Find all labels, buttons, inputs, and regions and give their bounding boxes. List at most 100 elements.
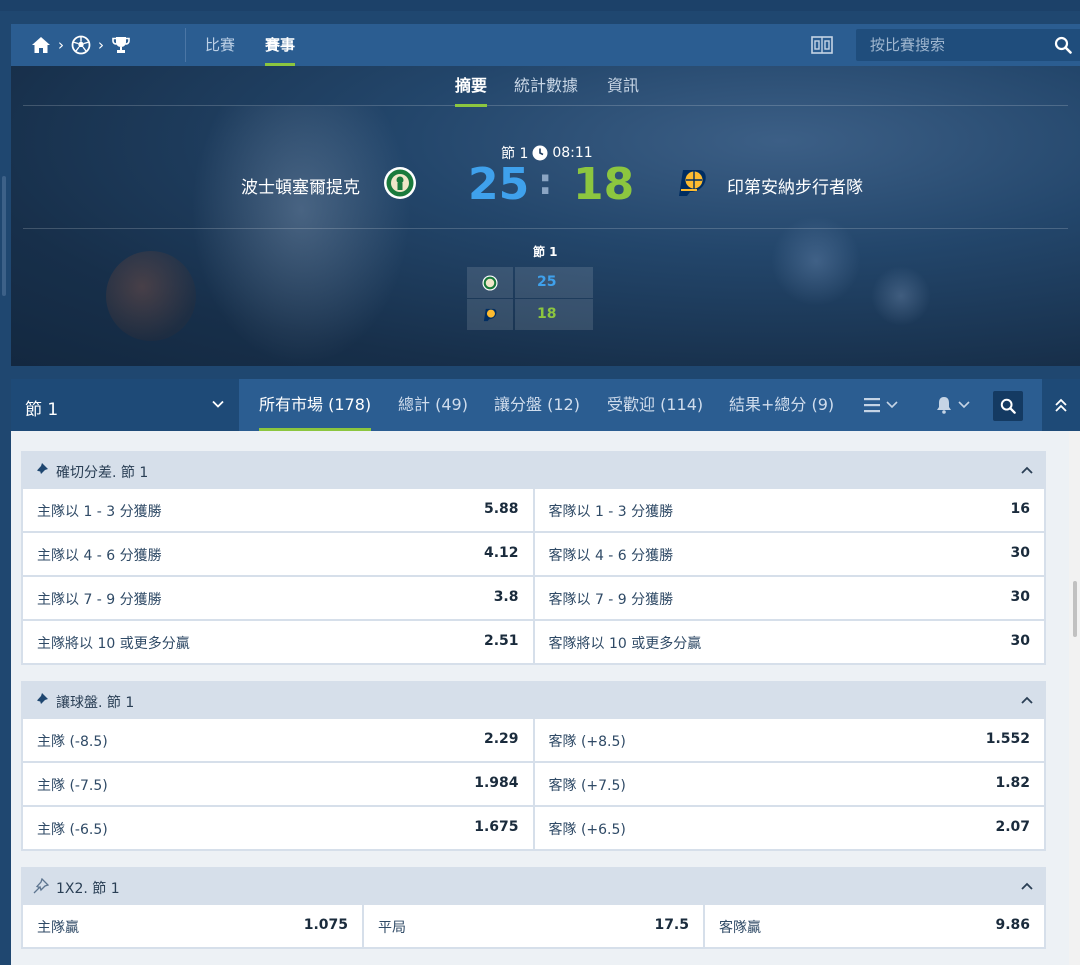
odds-value: 30 xyxy=(1010,589,1030,605)
odds-value: 30 xyxy=(1010,633,1030,649)
chevron-up-icon[interactable] xyxy=(1020,464,1034,476)
market-exact-margin: 確切分差. 節 1 主隊以 1 - 3 分獲勝 5.88 客隊以 1 - 3 分獲… xyxy=(21,451,1046,665)
home-icon[interactable] xyxy=(31,35,51,55)
score-separator: : xyxy=(538,162,553,203)
soccer-ball-icon[interactable] xyxy=(71,35,91,55)
market-search-button[interactable] xyxy=(993,391,1023,421)
pacers-logo-icon xyxy=(483,308,497,321)
market-tab-all[interactable]: 所有市場 (178) xyxy=(259,379,372,431)
odds-button[interactable]: 客隊 (+7.5) 1.82 xyxy=(534,763,1044,805)
scoreboard-icon[interactable] xyxy=(811,36,833,54)
home-team-name: 波士頓塞爾提克 xyxy=(241,178,360,198)
odds-row: 主隊 (-7.5) 1.984 客隊 (+7.5) 1.82 xyxy=(23,763,1044,805)
subtab-info[interactable]: 資訊 xyxy=(607,66,639,106)
search-input[interactable] xyxy=(856,29,1046,61)
odds-button[interactable]: 主隊以 7 - 9 分獲勝 3.8 xyxy=(23,577,533,619)
chevron-right-icon: › xyxy=(58,36,64,54)
mini-score-row-home: 25 xyxy=(467,267,593,298)
odds-button[interactable]: 客隊 (+6.5) 2.07 xyxy=(534,807,1044,849)
collapse-all-button[interactable] xyxy=(1042,379,1080,431)
odds-button[interactable]: 客隊贏 9.86 xyxy=(705,905,1044,947)
market-title: 1X2. 節 1 xyxy=(56,881,120,897)
mini-home-score: 25 xyxy=(515,267,593,298)
background-light xyxy=(871,266,931,326)
hero-divider xyxy=(23,228,1068,229)
outcome-label: 主隊以 7 - 9 分獲勝 xyxy=(37,592,162,608)
pin-icon[interactable] xyxy=(33,692,49,708)
market-handicap: 讓球盤. 節 1 主隊 (-8.5) 2.29 客隊 (+8.5) 1.552 主隊… xyxy=(21,681,1046,851)
market-tab-result-total[interactable]: 結果+總分 (9) xyxy=(729,379,834,431)
market-tab-totals[interactable]: 總計 (49) xyxy=(398,379,468,431)
pin-icon[interactable] xyxy=(33,878,49,894)
chevron-down-icon xyxy=(212,400,224,408)
outcome-label: 主隊 (-7.5) xyxy=(37,778,108,794)
odds-row: 主隊以 4 - 6 分獲勝 4.12 客隊以 4 - 6 分獲勝 30 xyxy=(23,533,1044,575)
chevron-up-icon[interactable] xyxy=(1020,880,1034,892)
odds-row: 主隊贏 1.075 平局 17.5 客隊贏 9.86 xyxy=(23,905,1044,947)
market-tab-popular[interactable]: 受歡迎 (114) xyxy=(607,379,703,431)
subtab-statistics[interactable]: 統計數據 xyxy=(514,66,578,106)
outcome-label: 客隊以 1 - 3 分獲勝 xyxy=(548,504,674,520)
market-header[interactable]: 1X2. 節 1 xyxy=(21,867,1046,905)
outcome-label: 客隊贏 xyxy=(719,920,761,936)
subtab-summary[interactable]: 摘要 xyxy=(455,66,488,107)
market-header[interactable]: 確切分差. 節 1 xyxy=(21,451,1046,489)
event-header: › › 比賽 賽事 xyxy=(11,24,1080,66)
odds-button[interactable]: 客隊以 7 - 9 分獲勝 30 xyxy=(534,577,1044,619)
header-divider xyxy=(185,28,186,62)
left-scroll-thumb[interactable] xyxy=(2,176,6,296)
trophy-icon[interactable] xyxy=(111,35,131,55)
search-icon[interactable] xyxy=(1054,36,1072,54)
scoreboard-hero: 摘要 統計數據 資訊 節 1 08:11 波士頓塞爾提克 25 : 18 印第安… xyxy=(11,66,1080,366)
odds-value: 1.984 xyxy=(474,775,519,791)
period-dropdown-label: 節 1 xyxy=(25,400,59,420)
celtics-logo-icon xyxy=(384,167,416,199)
away-team-name: 印第安納步行者隊 xyxy=(727,178,863,198)
bell-icon[interactable] xyxy=(935,396,975,414)
odds-button[interactable]: 主隊 (-7.5) 1.984 xyxy=(23,763,533,805)
outcome-label: 客隊 (+8.5) xyxy=(548,734,626,750)
background-player-image xyxy=(191,106,411,366)
outcome-label: 主隊 (-6.5) xyxy=(37,822,108,838)
right-scroll-thumb[interactable] xyxy=(1073,581,1077,637)
odds-button[interactable]: 主隊贏 1.075 xyxy=(23,905,362,947)
outcome-label: 客隊 (+7.5) xyxy=(548,778,626,794)
odds-row: 主隊以 1 - 3 分獲勝 5.88 客隊以 1 - 3 分獲勝 16 xyxy=(23,489,1044,531)
odds-button[interactable]: 客隊以 1 - 3 分獲勝 16 xyxy=(534,489,1044,531)
chevron-up-icon[interactable] xyxy=(1020,694,1034,706)
left-gutter xyxy=(0,11,11,965)
nav-tab-events[interactable]: 賽事 xyxy=(265,24,296,66)
period-dropdown[interactable]: 節 1 xyxy=(11,379,239,431)
list-menu-icon[interactable] xyxy=(863,396,903,414)
odds-button[interactable]: 主隊 (-6.5) 1.675 xyxy=(23,807,533,849)
background-light xyxy=(771,216,861,306)
odds-button[interactable]: 主隊以 1 - 3 分獲勝 5.88 xyxy=(23,489,533,531)
odds-button[interactable]: 客隊以 4 - 6 分獲勝 30 xyxy=(534,533,1044,575)
odds-value: 2.29 xyxy=(483,731,519,747)
mini-logo-cell xyxy=(467,267,513,298)
market-header[interactable]: 讓球盤. 節 1 xyxy=(21,681,1046,719)
home-score: 25 xyxy=(468,159,530,210)
odds-value: 3.8 xyxy=(493,589,519,605)
pin-icon[interactable] xyxy=(33,462,49,478)
odds-button[interactable]: 平局 17.5 xyxy=(364,905,703,947)
outcome-label: 客隊 (+6.5) xyxy=(548,822,626,838)
nav-tab-matches[interactable]: 比賽 xyxy=(205,24,235,66)
top-strip xyxy=(0,0,1080,11)
odds-value: 5.88 xyxy=(483,501,519,517)
odds-value: 4.12 xyxy=(483,545,519,561)
odds-button[interactable]: 客隊 (+8.5) 1.552 xyxy=(534,719,1044,761)
chevron-right-icon: › xyxy=(98,36,104,54)
odds-value: 30 xyxy=(1010,545,1030,561)
odds-value: 9.86 xyxy=(995,917,1030,933)
outcome-label: 客隊將以 10 或更多分贏 xyxy=(548,636,702,652)
odds-row: 主隊 (-8.5) 2.29 客隊 (+8.5) 1.552 xyxy=(23,719,1044,761)
odds-button[interactable]: 主隊將以 10 或更多分贏 2.51 xyxy=(23,621,533,663)
odds-button[interactable]: 主隊以 4 - 6 分獲勝 4.12 xyxy=(23,533,533,575)
odds-button[interactable]: 主隊 (-8.5) 2.29 xyxy=(23,719,533,761)
market-tab-handicap[interactable]: 讓分盤 (12) xyxy=(494,379,580,431)
background-ball-image xyxy=(106,251,196,341)
double-chevron-up-icon xyxy=(1055,398,1067,412)
odds-button[interactable]: 客隊將以 10 或更多分贏 30 xyxy=(534,621,1044,663)
right-scrollbar[interactable] xyxy=(1069,431,1080,965)
